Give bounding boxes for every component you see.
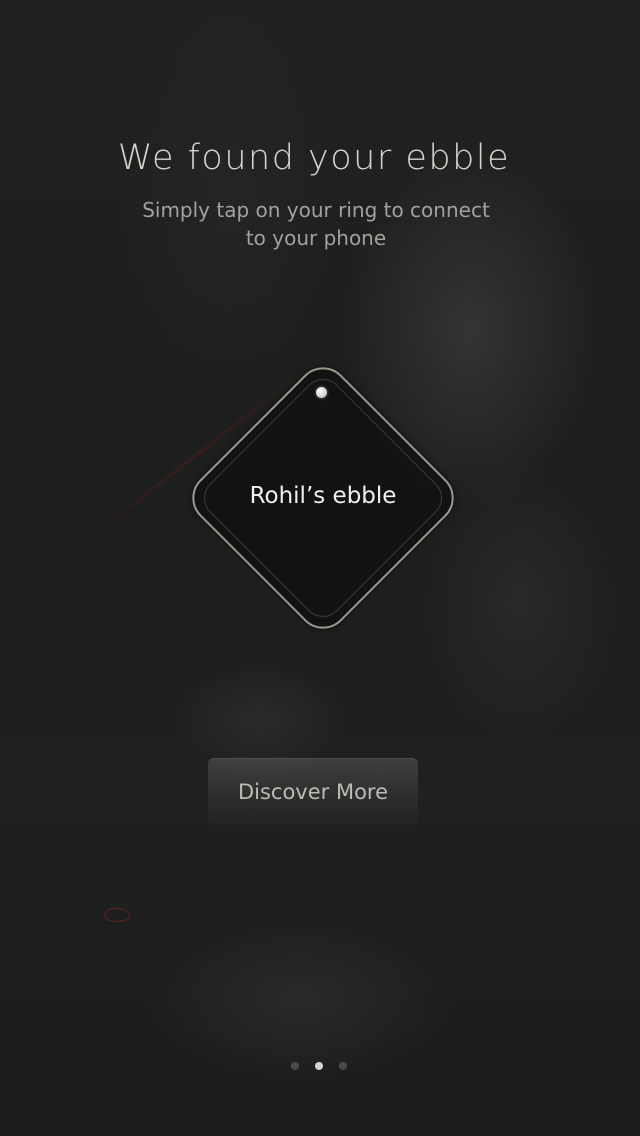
page-dot-3[interactable]: [339, 1062, 347, 1070]
background-decoration: [104, 908, 130, 922]
discover-more-button[interactable]: Discover More: [208, 758, 418, 826]
page-dot-1[interactable]: [291, 1062, 299, 1070]
page-title: We found your ebble: [117, 138, 511, 178]
page-indicator: [288, 1062, 348, 1072]
page-subtitle: Simply tap on your ring to connect to yo…: [142, 198, 490, 250]
ring-led-icon: [316, 387, 327, 398]
device-name-label: Rohil’s ebble: [249, 483, 397, 509]
ebble-ring-device[interactable]: Rohil’s ebble: [181, 356, 465, 640]
onboarding-screen: We found your ebble Simply tap on your r…: [0, 0, 640, 1136]
page-dot-2[interactable]: [315, 1062, 323, 1070]
